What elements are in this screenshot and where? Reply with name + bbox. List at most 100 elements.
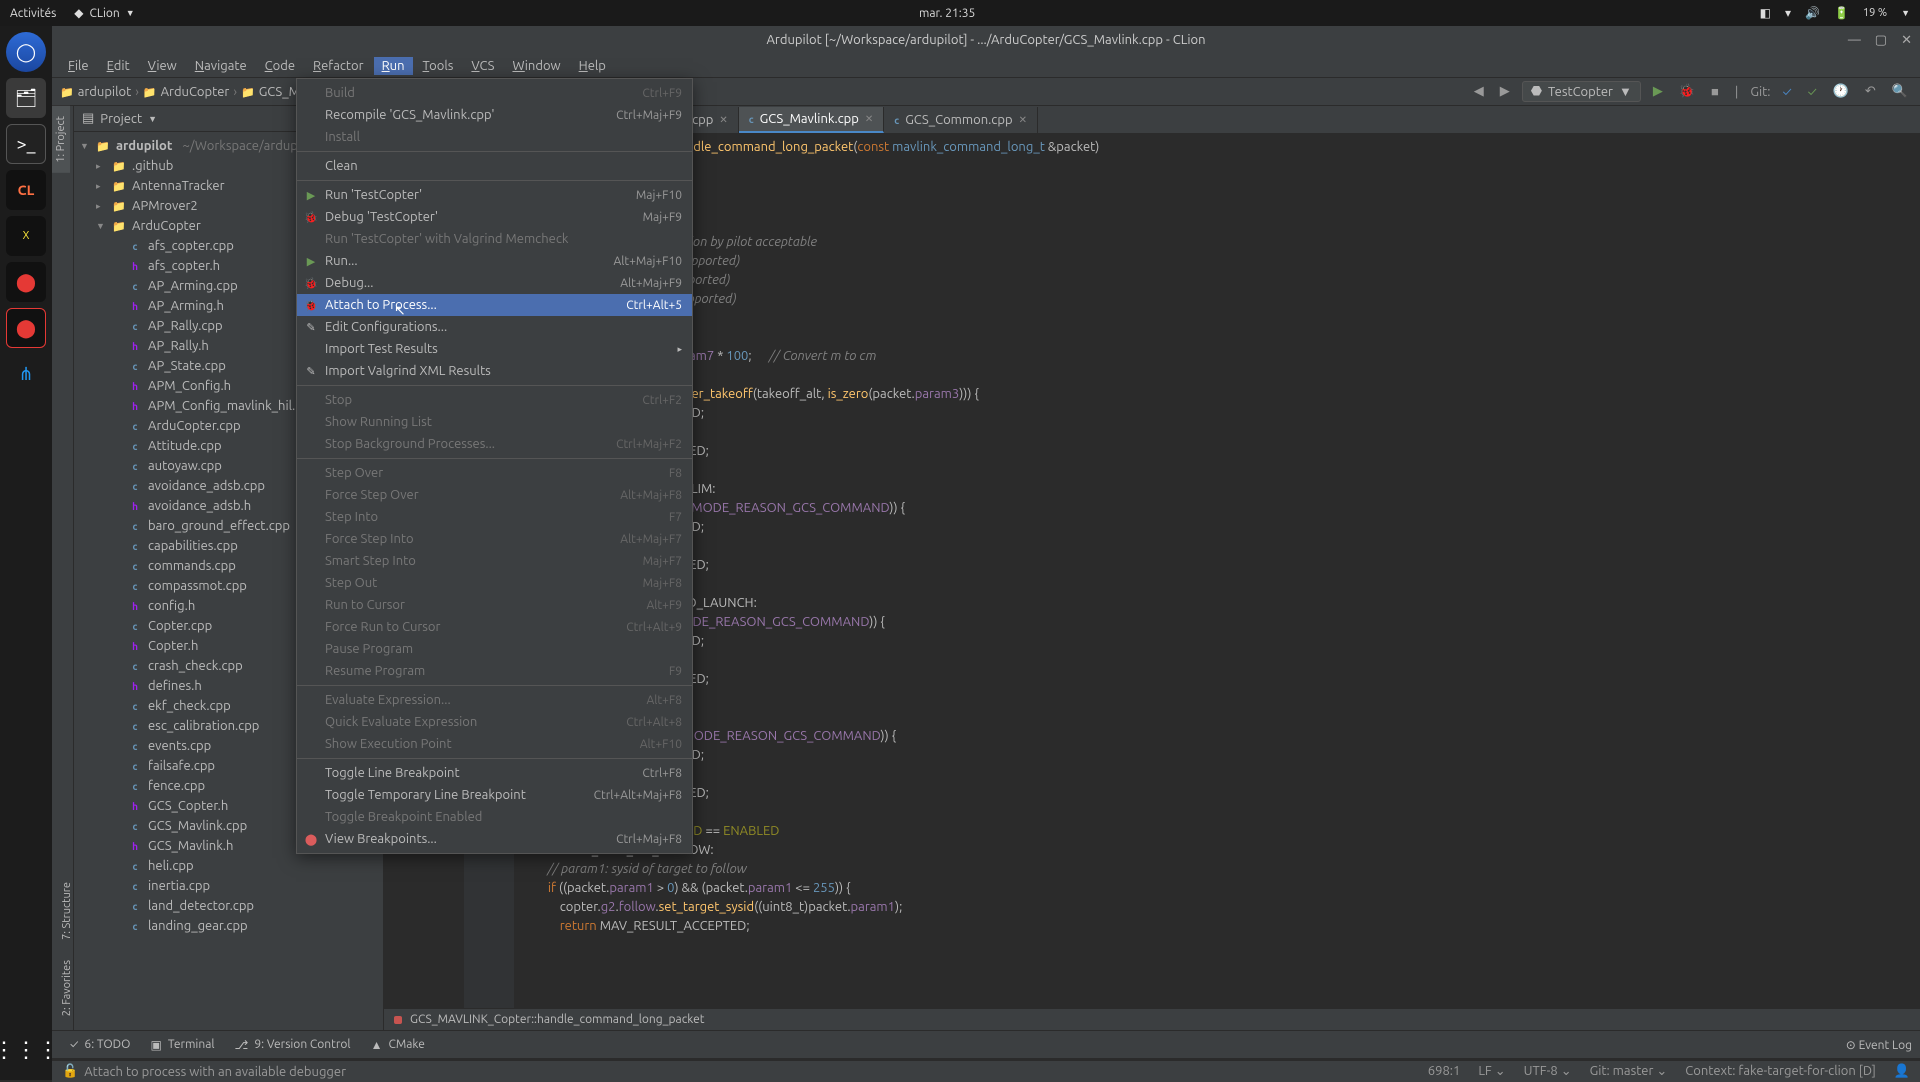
vscode-launcher[interactable]: ⋔ — [6, 354, 46, 394]
menu-item: Smart Step IntoMaj+F7 — [297, 550, 692, 572]
breadcrumb-item[interactable]: ardupilot — [60, 85, 131, 99]
recorder2-launcher[interactable]: ⬤ — [6, 308, 46, 348]
git-revert-icon[interactable]: ↶ — [1861, 84, 1880, 99]
stop-button[interactable]: ■ — [1707, 84, 1723, 99]
tree-row[interactable]: heli.cpp — [74, 856, 383, 876]
runconfig-icon: ⬣ — [1531, 84, 1542, 99]
menu-item: Show Running List — [297, 411, 692, 433]
project-tool-tab[interactable]: 1: Project — [52, 106, 70, 173]
tree-row[interactable]: land_detector.cpp — [74, 896, 383, 916]
git-branch[interactable]: Git: master ⌄ — [1590, 1064, 1668, 1079]
menu-run[interactable]: Run — [374, 57, 413, 75]
breadcrumb[interactable]: ardupilot› ArduCopter› GCS_Mavlin — [60, 85, 327, 99]
git-update-icon[interactable]: ✓ — [1778, 85, 1795, 99]
forward-icon[interactable]: ▶ — [1496, 84, 1514, 99]
files-launcher[interactable]: 🗂 — [6, 78, 46, 118]
git-history-icon[interactable]: 🕐 — [1829, 84, 1853, 99]
battery-icon[interactable]: 🔋 — [1834, 6, 1849, 20]
separator: | — [1731, 85, 1743, 99]
menu-item[interactable]: Toggle Line BreakpointCtrl+F8 — [297, 762, 692, 784]
show-apps[interactable]: ⋮⋮⋮ — [6, 1030, 46, 1070]
menu-item: Force Run to CursorCtrl+Alt+9 — [297, 616, 692, 638]
menu-item[interactable]: 🐞Debug...Alt+Maj+F9 — [297, 272, 692, 294]
project-view-icon[interactable]: ▤ — [82, 111, 94, 126]
context[interactable]: Context: fake-target-for-clion [D] — [1685, 1064, 1876, 1079]
clock[interactable]: mar. 21:35 — [135, 7, 1760, 20]
menu-vcs[interactable]: VCS — [463, 57, 502, 75]
menu-item: Toggle Breakpoint Enabled — [297, 806, 692, 828]
volume-icon[interactable]: 🔊 — [1805, 6, 1820, 20]
git-commit-icon[interactable]: ✓ — [1804, 85, 1821, 99]
menu-item[interactable]: ▶Run...Alt+Maj+F10 — [297, 250, 692, 272]
menu-item: Show Execution PointAlt+F10 — [297, 733, 692, 755]
menu-item[interactable]: ⬤View Breakpoints...Ctrl+Maj+F8 — [297, 828, 692, 850]
window-titlebar: Ardupilot [~/Workspace/ardupilot] - .../… — [52, 26, 1920, 54]
left-tool-tabs: 1: Project 7: Structure 2: Favorites — [52, 106, 74, 1030]
back-icon[interactable]: ◀ — [1470, 84, 1488, 99]
menu-item: Run 'TestCopter' with Valgrind Memcheck — [297, 228, 692, 250]
close-button[interactable]: ✕ — [1901, 33, 1912, 48]
app-menu[interactable]: ◆ CLion ▼ — [74, 6, 134, 20]
menu-item[interactable]: Recompile 'GCS_Mavlink.cpp'Ctrl+Maj+F9 — [297, 104, 692, 126]
xterm-launcher[interactable]: X — [6, 216, 46, 256]
chevron-down-icon[interactable]: ▼ — [148, 114, 157, 124]
menu-item[interactable]: ✎Edit Configurations... — [297, 316, 692, 338]
tray-icon[interactable]: ◧ — [1760, 6, 1771, 20]
menu-separator — [297, 180, 692, 181]
breadcrumb-item[interactable]: ArduCopter — [143, 85, 229, 99]
project-header-title: Project — [100, 112, 142, 126]
browser-launcher[interactable]: ◯ — [6, 32, 46, 72]
menu-item[interactable]: ▶Run 'TestCopter'Maj+F10 — [297, 184, 692, 206]
close-tab-icon[interactable]: ✕ — [1019, 114, 1027, 126]
system-menu-icon[interactable]: ▼ — [1901, 8, 1910, 18]
menu-item: Step OutMaj+F8 — [297, 572, 692, 594]
menu-help[interactable]: Help — [571, 57, 614, 75]
encoding[interactable]: UTF-8 ⌄ — [1524, 1064, 1572, 1079]
close-tab-icon[interactable]: ✕ — [865, 113, 873, 125]
editor-tab[interactable]: GCS_Common.cpp✕ — [884, 107, 1038, 133]
menu-window[interactable]: Window — [504, 57, 568, 75]
clion-launcher[interactable]: CL — [6, 170, 46, 210]
menu-item: Force Step IntoAlt+Maj+F7 — [297, 528, 692, 550]
menu-item[interactable]: 🐞Debug 'TestCopter'Maj+F9 — [297, 206, 692, 228]
menu-code[interactable]: Code — [257, 57, 303, 75]
tree-row[interactable]: landing_gear.cpp — [74, 916, 383, 936]
tree-row[interactable]: inertia.cpp — [74, 876, 383, 896]
menu-view[interactable]: View — [140, 57, 185, 75]
menu-item[interactable]: Import Test Results▸ — [297, 338, 692, 360]
menu-file[interactable]: File — [60, 57, 97, 75]
minimize-button[interactable]: — — [1848, 33, 1861, 48]
menu-item[interactable]: Toggle Temporary Line BreakpointCtrl+Alt… — [297, 784, 692, 806]
debug-button[interactable]: 🐞 — [1675, 84, 1699, 99]
todo-tab[interactable]: ✓6: TODO — [60, 1038, 140, 1051]
terminal-tab[interactable]: ▣Terminal — [140, 1038, 224, 1052]
maximize-button[interactable]: ▢ — [1875, 33, 1887, 48]
hector-icon[interactable]: 👤 — [1894, 1064, 1910, 1079]
cmake-tab[interactable]: ▲CMake — [361, 1038, 435, 1052]
run-button[interactable]: ▶ — [1649, 84, 1667, 99]
vcs-icon: ⎇ — [235, 1038, 249, 1052]
close-tab-icon[interactable]: ✕ — [719, 114, 727, 126]
menu-tools[interactable]: Tools — [415, 57, 462, 75]
menu-navigate[interactable]: Navigate — [187, 57, 255, 75]
editor-tab[interactable]: GCS_Mavlink.cpp✕ — [739, 107, 885, 133]
menu-item[interactable]: 🐞Attach to Process...Ctrl+Alt+5 — [297, 294, 692, 316]
menu-item: StopCtrl+F2 — [297, 389, 692, 411]
terminal-launcher[interactable]: >_ — [6, 124, 46, 164]
wifi-icon[interactable]: ▾ — [1785, 6, 1791, 20]
search-icon[interactable]: 🔍 — [1888, 84, 1912, 99]
clion-icon: ◆ — [74, 6, 83, 20]
eventlog-tab[interactable]: ⊙ Event Log — [1846, 1038, 1912, 1052]
menu-refactor[interactable]: Refactor — [305, 57, 372, 75]
menu-edit[interactable]: Edit — [99, 57, 138, 75]
status-hint: Attach to process with an available debu… — [84, 1065, 346, 1079]
recorder-launcher[interactable]: ⬤ — [6, 262, 46, 302]
menu-item[interactable]: Clean — [297, 155, 692, 177]
line-separator[interactable]: LF ⌄ — [1478, 1064, 1505, 1079]
activities-button[interactable]: Activités — [10, 7, 56, 20]
vcs-tab[interactable]: ⎇9: Version Control — [225, 1038, 361, 1052]
menu-item[interactable]: ✎Import Valgrind XML Results — [297, 360, 692, 382]
todo-icon: ✓ — [70, 1038, 78, 1051]
run-menu-dropdown[interactable]: BuildCtrl+F9Recompile 'GCS_Mavlink.cpp'C… — [296, 78, 693, 854]
run-configuration-selector[interactable]: ⬣ TestCopter ▼ — [1522, 81, 1641, 102]
